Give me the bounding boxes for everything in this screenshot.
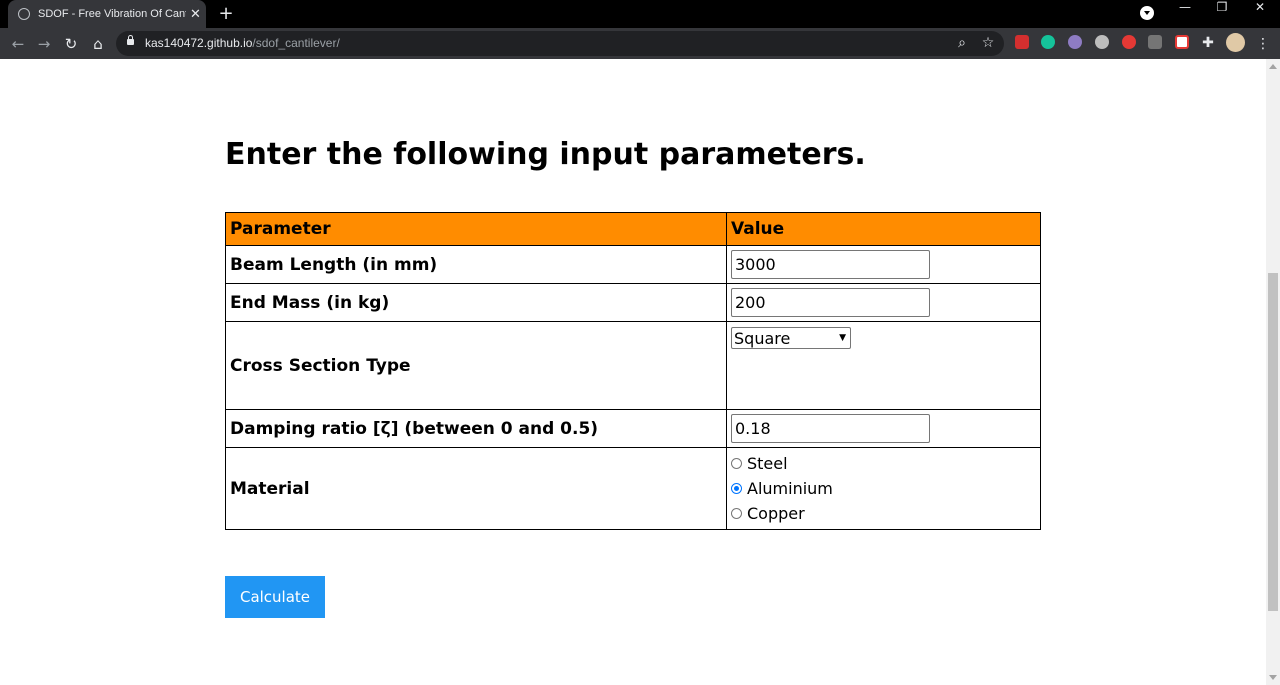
radio-aluminium[interactable] bbox=[731, 483, 742, 494]
value-cell bbox=[726, 283, 1041, 322]
lock-icon bbox=[127, 35, 134, 45]
puzzle-extensions-icon[interactable]: ✚ bbox=[1199, 34, 1217, 52]
value-cell: Square ▼ bbox=[726, 321, 1041, 410]
table-row: Damping ratio [ζ] (between 0 and 0.5) bbox=[225, 409, 1041, 448]
chevron-down-icon: ▼ bbox=[839, 333, 846, 343]
radio-label-aluminium: Aluminium bbox=[747, 479, 833, 498]
minimize-icon[interactable]: — bbox=[1170, 0, 1200, 28]
reload-icon[interactable]: ↻ bbox=[61, 34, 81, 54]
url-host: kas140472.github.io bbox=[145, 36, 253, 50]
extension-icon[interactable] bbox=[1068, 35, 1082, 49]
page-scrollbar[interactable] bbox=[1266, 59, 1280, 685]
maximize-icon[interactable]: ❐ bbox=[1207, 0, 1237, 28]
address-bar[interactable]: kas140472.github.io/sdof_cantilever/ ⌕ ☆ bbox=[116, 31, 1004, 56]
grammarly-extension-icon[interactable] bbox=[1041, 35, 1055, 49]
help-extension-icon[interactable] bbox=[1148, 35, 1162, 49]
tab-title: SDOF - Free Vibration Of Cantilever bbox=[38, 8, 186, 20]
cross-section-select[interactable]: Square ▼ bbox=[731, 327, 851, 349]
end-mass-input[interactable] bbox=[731, 288, 930, 317]
home-icon[interactable]: ⌂ bbox=[88, 34, 108, 54]
back-icon[interactable]: ← bbox=[8, 34, 28, 54]
media-control-icon[interactable] bbox=[1140, 6, 1154, 20]
close-window-icon[interactable]: ✕ bbox=[1245, 0, 1275, 28]
url-text[interactable]: kas140472.github.io/sdof_cantilever/ bbox=[145, 36, 340, 50]
browser-tab-bar: SDOF - Free Vibration Of Cantilever ✕ + … bbox=[0, 0, 1280, 28]
browser-toolbar: ← → ↻ ⌂ kas140472.github.io/sdof_cantile… bbox=[0, 28, 1280, 59]
material-option-steel[interactable]: Steel bbox=[731, 451, 1036, 476]
scroll-down-arrow-icon[interactable] bbox=[1269, 675, 1277, 680]
value-cell bbox=[726, 409, 1041, 448]
beam-length-input[interactable] bbox=[731, 250, 930, 279]
globe-icon bbox=[18, 8, 30, 20]
table-row: Material Steel Aluminium Copper bbox=[225, 447, 1041, 530]
page-title: Enter the following input parameters. bbox=[225, 137, 866, 172]
cross-section-selected: Square bbox=[734, 328, 791, 348]
scroll-up-arrow-icon[interactable] bbox=[1269, 64, 1277, 69]
table-row: Beam Length (in mm) bbox=[225, 245, 1041, 284]
bookmark-star-icon[interactable]: ☆ bbox=[979, 34, 997, 52]
settings-extension-icon[interactable] bbox=[1095, 35, 1109, 49]
pocket-extension-icon[interactable] bbox=[1175, 35, 1189, 49]
forward-icon[interactable]: → bbox=[34, 34, 54, 54]
damping-ratio-label: Damping ratio [ζ] (between 0 and 0.5) bbox=[225, 409, 727, 448]
value-cell bbox=[726, 245, 1041, 284]
browser-menu-icon[interactable]: ⋮ bbox=[1256, 34, 1270, 54]
close-tab-icon[interactable]: ✕ bbox=[190, 7, 201, 22]
calculate-button[interactable]: Calculate bbox=[225, 576, 325, 618]
table-header-row: Parameter Value bbox=[225, 212, 1041, 246]
table-row: Cross Section Type Square ▼ bbox=[225, 321, 1041, 410]
material-option-copper[interactable]: Copper bbox=[731, 501, 1036, 526]
pdf-extension-icon[interactable] bbox=[1015, 35, 1029, 49]
end-mass-label: End Mass (in kg) bbox=[225, 283, 727, 322]
value-cell: Steel Aluminium Copper bbox=[726, 447, 1041, 530]
material-option-aluminium[interactable]: Aluminium bbox=[731, 476, 1036, 501]
column-header-value: Value bbox=[726, 212, 1041, 246]
radio-copper[interactable] bbox=[731, 508, 742, 519]
page-viewport: Enter the following input parameters. Pa… bbox=[0, 59, 1266, 685]
radio-label-steel: Steel bbox=[747, 454, 788, 473]
table-row: End Mass (in kg) bbox=[225, 283, 1041, 322]
damping-ratio-input[interactable] bbox=[731, 414, 930, 443]
cross-section-label: Cross Section Type bbox=[225, 321, 727, 410]
material-label: Material bbox=[225, 447, 727, 530]
radio-steel[interactable] bbox=[731, 458, 742, 469]
url-path: /sdof_cantilever/ bbox=[252, 36, 340, 50]
radio-label-copper: Copper bbox=[747, 504, 805, 523]
shield-extension-icon[interactable] bbox=[1122, 35, 1136, 49]
scrollbar-thumb[interactable] bbox=[1268, 273, 1278, 611]
parameters-table: Parameter Value Beam Length (in mm) End … bbox=[225, 212, 1041, 530]
new-tab-icon[interactable]: + bbox=[216, 4, 236, 24]
zoom-icon[interactable]: ⌕ bbox=[953, 34, 971, 52]
column-header-parameter: Parameter bbox=[225, 212, 727, 246]
avatar[interactable] bbox=[1226, 33, 1245, 52]
browser-tab[interactable]: SDOF - Free Vibration Of Cantilever ✕ bbox=[8, 0, 206, 28]
beam-length-label: Beam Length (in mm) bbox=[225, 245, 727, 284]
